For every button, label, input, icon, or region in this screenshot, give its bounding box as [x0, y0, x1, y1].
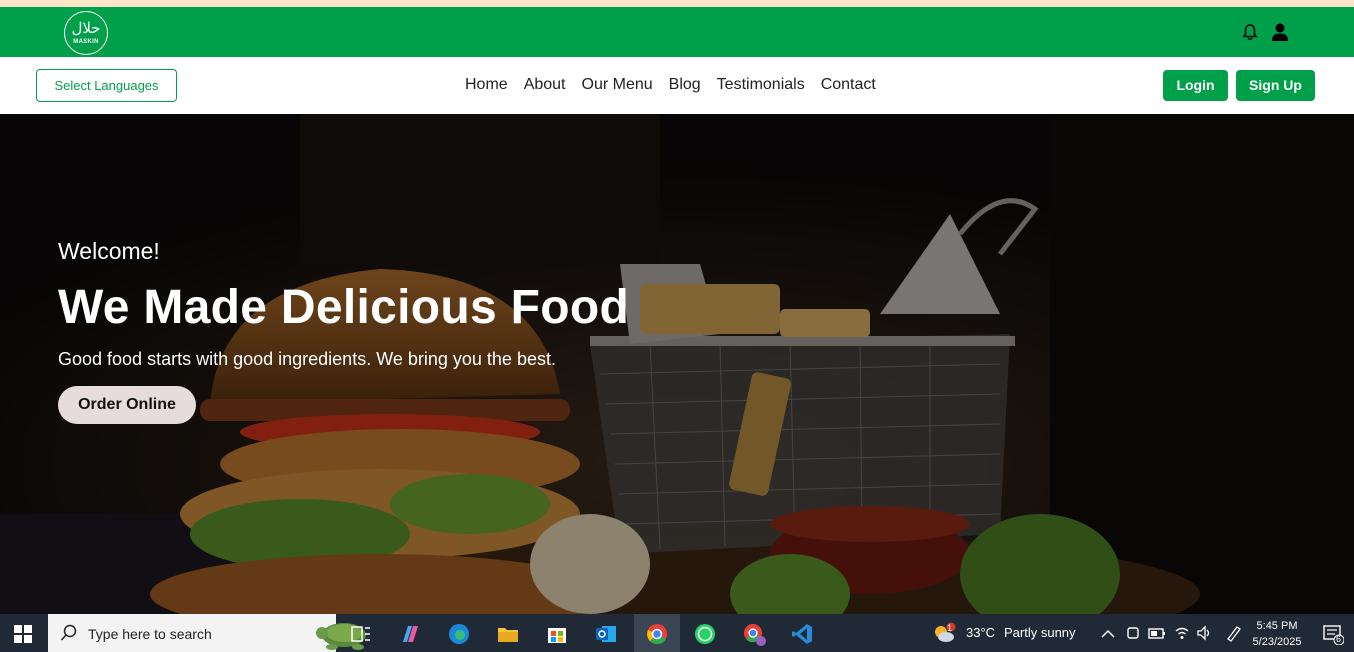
task-view-icon[interactable] [349, 622, 373, 646]
navbar: Select Languages Home About Our Menu Blo… [0, 57, 1354, 114]
system-clock[interactable]: 5:45 PM 5/23/2025 [1252, 618, 1302, 650]
nav-contact[interactable]: Contact [821, 75, 876, 95]
notification-count: 6 [1336, 634, 1342, 644]
battery-icon[interactable] [1148, 625, 1166, 641]
edge-browser-icon[interactable] [447, 622, 471, 646]
order-online-button[interactable]: Order Online [58, 386, 196, 424]
hero-headline: We Made Delicious Food [58, 281, 630, 334]
bell-icon[interactable] [1241, 23, 1259, 41]
header-bar: حلال MASKIN [0, 7, 1354, 57]
hero-welcome: Welcome! [58, 238, 160, 264]
nav-links: Home About Our Menu Blog Testimonials Co… [465, 75, 876, 95]
weather-badge: 1 [947, 623, 953, 633]
top-strip [0, 0, 1354, 7]
chrome-profile-icon[interactable] [742, 622, 766, 646]
chrome-icon[interactable] [645, 622, 669, 646]
file-explorer-icon[interactable] [496, 622, 520, 646]
select-languages-button[interactable]: Select Languages [36, 69, 177, 102]
meet-now-icon[interactable] [1125, 625, 1141, 641]
signup-button[interactable]: Sign Up [1236, 70, 1315, 101]
nav-home[interactable]: Home [465, 75, 508, 95]
clock-date: 5/23/2025 [1252, 636, 1302, 648]
weather-icon[interactable] [932, 622, 956, 646]
hero-subtitle: Good food starts with good ingredients. … [58, 349, 556, 369]
nav-blog[interactable]: Blog [669, 75, 701, 95]
pen-ink-icon[interactable] [1225, 624, 1243, 642]
search-icon [60, 624, 77, 641]
hero-section: Welcome! We Made Delicious Food Good foo… [0, 114, 1354, 614]
volume-icon[interactable] [1196, 625, 1212, 641]
weather-text: Partly sunny [1004, 625, 1076, 640]
chevron-up-icon[interactable] [1100, 626, 1116, 642]
whatsapp-icon[interactable] [693, 622, 717, 646]
taskbar: Type here to search 33°C Partly sunny 5:… [0, 614, 1354, 652]
microsoft-store-icon[interactable] [545, 622, 569, 646]
nav-our-menu[interactable]: Our Menu [582, 75, 653, 95]
user-icon[interactable] [1271, 22, 1289, 42]
taskbar-search[interactable]: Type here to search [48, 614, 366, 652]
wifi-icon[interactable] [1174, 625, 1190, 641]
weather-temp: 33°C [966, 625, 996, 640]
windows-start-icon[interactable] [14, 625, 32, 643]
copilot-icon[interactable] [398, 622, 422, 646]
nav-about[interactable]: About [524, 75, 566, 95]
vscode-icon[interactable] [790, 622, 814, 646]
outlook-icon[interactable] [594, 622, 618, 646]
halal-maskin-logo[interactable]: حلال MASKIN [64, 11, 108, 55]
search-placeholder: Type here to search [88, 626, 212, 642]
clock-time: 5:45 PM [1256, 620, 1298, 632]
nav-testimonials[interactable]: Testimonials [717, 75, 805, 95]
login-button[interactable]: Login [1163, 70, 1228, 101]
